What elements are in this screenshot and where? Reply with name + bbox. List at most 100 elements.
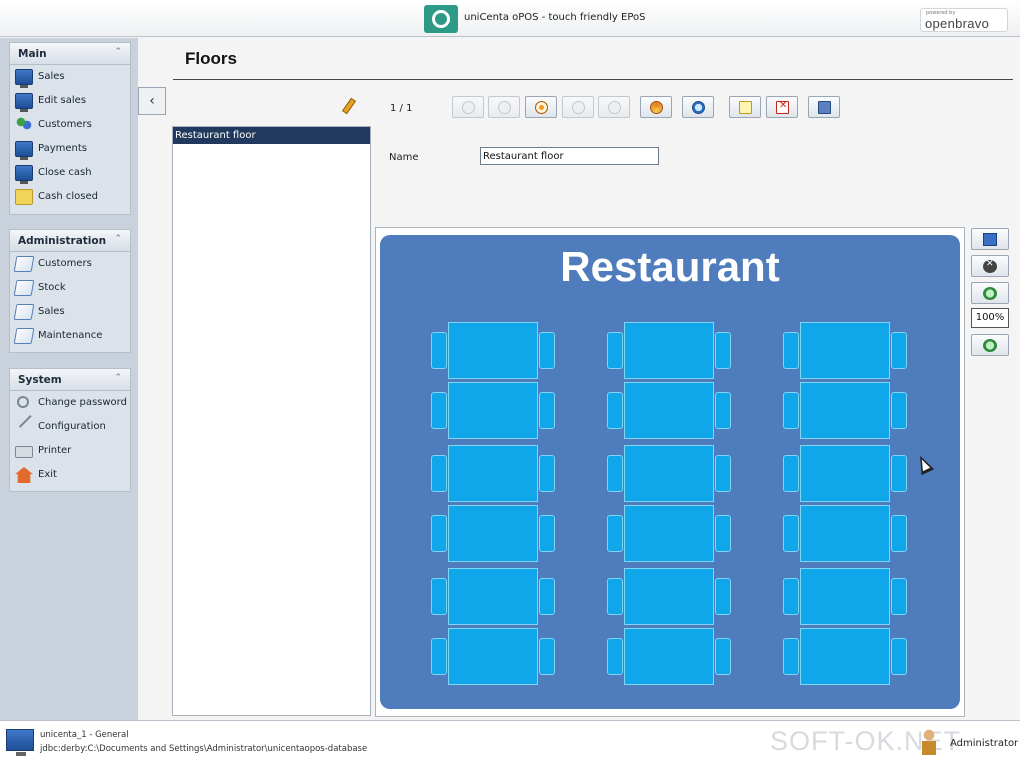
printer-icon [15, 446, 33, 458]
chair [607, 332, 623, 369]
menu-item-edit-sales[interactable]: Edit sales [10, 89, 130, 113]
status-bar: unicenta_1 - General jdbc:derby:C:\Docum… [0, 720, 1020, 763]
restaurant-table[interactable] [782, 568, 908, 625]
menu-item-printer[interactable]: Printer [10, 439, 130, 463]
collapse-sidebar-button[interactable]: ‹ [138, 87, 166, 115]
status-database: jdbc:derby:C:\Documents and Settings\Adm… [40, 744, 368, 754]
table-top [624, 382, 714, 439]
monitor-icon [15, 93, 33, 112]
name-field[interactable] [480, 147, 659, 165]
restaurant-table[interactable] [430, 382, 556, 439]
clear-floor-button[interactable] [971, 255, 1009, 277]
chair [431, 332, 447, 369]
menu-item-admin-sales[interactable]: Sales [10, 300, 130, 324]
name-label: Name [389, 152, 419, 163]
administration-panel-header[interactable]: Administration ⌃ [10, 230, 130, 252]
cash-icon [15, 189, 33, 205]
zoom-in-button[interactable] [971, 282, 1009, 304]
table-top [800, 445, 890, 502]
zoom-in-icon [983, 287, 997, 300]
floor-plan[interactable]: Restaurant [380, 235, 960, 709]
table-top [624, 628, 714, 685]
collapse-icon[interactable]: ⌃ [114, 234, 122, 244]
menu-item-change-password[interactable]: Change password [10, 391, 130, 415]
refresh-icon [650, 101, 663, 114]
document-icon [13, 328, 35, 344]
first-record-button[interactable] [452, 96, 484, 118]
page-title: Floors [185, 49, 237, 68]
delete-record-button[interactable] [766, 96, 798, 118]
restaurant-table[interactable] [782, 445, 908, 502]
restaurant-table[interactable] [606, 382, 732, 439]
restaurant-table[interactable] [430, 322, 556, 379]
main-panel: Main ⌃ Sales Edit sales Customers Paymen… [9, 42, 131, 215]
monitor-icon [15, 141, 33, 160]
last-record-button[interactable] [598, 96, 630, 118]
restaurant-table[interactable] [606, 505, 732, 562]
reload-button[interactable] [640, 96, 672, 118]
collapse-icon[interactable]: ⌃ [114, 373, 122, 383]
restaurant-table[interactable] [606, 628, 732, 685]
menu-item-label: Maintenance [38, 330, 103, 341]
restaurant-table[interactable] [430, 445, 556, 502]
menu-item-label: Customers [38, 258, 92, 269]
search-button[interactable] [682, 96, 714, 118]
previous-record-button[interactable] [488, 96, 520, 118]
restaurant-table[interactable] [606, 322, 732, 379]
menu-item-label: Exit [38, 469, 57, 480]
current-record-button[interactable] [525, 96, 557, 118]
menu-item-label: Configuration [38, 421, 106, 432]
sidebar: Main ⌃ Sales Edit sales Customers Paymen… [0, 38, 138, 720]
zoom-out-button[interactable] [971, 334, 1009, 356]
menu-item-configuration[interactable]: Configuration [10, 414, 130, 440]
menu-item-label: Payments [38, 143, 87, 154]
restaurant-table[interactable] [430, 505, 556, 562]
chair [607, 515, 623, 552]
restaurant-table[interactable] [782, 628, 908, 685]
chair [539, 392, 555, 429]
menu-item-sales[interactable]: Sales [10, 65, 130, 89]
collapse-icon[interactable]: ⌃ [114, 47, 122, 57]
chair [715, 392, 731, 429]
main-panel-header[interactable]: Main ⌃ [10, 43, 130, 65]
system-panel-header[interactable]: System ⌃ [10, 369, 130, 391]
restaurant-table[interactable] [606, 445, 732, 502]
new-record-button[interactable] [729, 96, 761, 118]
chair [783, 332, 799, 369]
menu-item-payments[interactable]: Payments [10, 137, 130, 161]
next-record-icon [572, 101, 585, 114]
menu-item-maintenance[interactable]: Maintenance [10, 324, 130, 348]
table-top [448, 382, 538, 439]
user-name[interactable]: Administrator [950, 738, 1018, 749]
restaurant-table[interactable] [782, 382, 908, 439]
restaurant-table[interactable] [430, 568, 556, 625]
menu-item-stock[interactable]: Stock [10, 276, 130, 300]
floor-list: Restaurant floor [172, 126, 371, 716]
menu-item-admin-customers[interactable]: Customers [10, 252, 130, 276]
edit-floor-button[interactable] [971, 228, 1009, 250]
home-icon [15, 467, 33, 483]
restaurant-table[interactable] [782, 322, 908, 379]
menu-item-customers[interactable]: Customers [10, 113, 130, 137]
chair [783, 515, 799, 552]
list-item[interactable]: Restaurant floor [173, 127, 370, 144]
save-button[interactable] [808, 96, 840, 118]
record-pager: 1 / 1 [390, 103, 413, 114]
restaurant-table[interactable] [430, 628, 556, 685]
menu-item-cash-closed[interactable]: Cash closed [10, 185, 130, 209]
menu-item-close-cash[interactable]: Close cash [10, 161, 130, 185]
new-record-icon [739, 101, 752, 114]
restaurant-table[interactable] [606, 568, 732, 625]
first-record-icon [462, 101, 475, 114]
edit-pencil-icon[interactable] [341, 98, 355, 114]
restaurant-table[interactable] [782, 505, 908, 562]
table-top [800, 382, 890, 439]
chair [783, 392, 799, 429]
key-icon [17, 396, 29, 408]
menu-item-label: Customers [38, 119, 92, 130]
chair [891, 638, 907, 675]
chair [539, 638, 555, 675]
menu-item-exit[interactable]: Exit [10, 463, 130, 487]
floor-title: Restaurant [560, 243, 780, 290]
next-record-button[interactable] [562, 96, 594, 118]
